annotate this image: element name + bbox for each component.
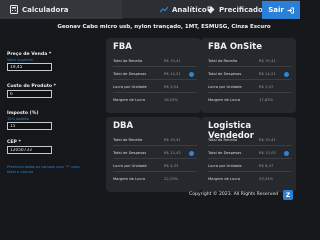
brand-logo: Z [283,190,293,200]
profit-value: R$ 6,47 [259,164,274,168]
tab-calculadora[interactable]: Calculadora [0,0,122,19]
top-bar: Calculadora Analítico Precificadora Sair [0,0,300,19]
row-divider [208,66,292,67]
margin-value: 18,05% [164,98,179,102]
price-label: Preço de Venda * [7,52,52,57]
info-icon[interactable] [189,151,194,156]
calculator-icon [10,5,18,14]
margin-label: Margem de Lucro [113,177,146,181]
expenses-value: R$ 13,03 [259,151,276,155]
tax-label: Imposto (%) [7,111,39,116]
card-fba: FBA Total da Receita R$ 19,41 Total de D… [106,38,201,113]
required-fields-note: Preencha todos os campos com "*" para fa… [7,165,80,174]
row-divider [113,171,197,172]
revenue-label: Total da Receita [113,138,143,142]
revenue-label: Total da Receita [113,59,143,63]
expenses-label: Total de Despesas [113,151,147,155]
row-divider [113,92,197,93]
price-input[interactable] [7,63,52,71]
exit-label: Sair [268,6,284,14]
row-divider [208,145,292,146]
revenue-value: R$ 19,41 [259,59,276,63]
logout-icon [287,7,294,14]
tax-hint: 15% padrão [7,117,29,121]
revenue-label: Total da Receita [208,59,238,63]
row-divider [113,66,197,67]
logo-letter: Z [285,191,291,199]
chart-icon [160,6,168,13]
profit-value: R$ 3,54 [164,85,179,89]
card-logistica-vendedor: Logistica Vendedor Total da Receita R$ 1… [201,117,296,192]
expenses-label: Total de Despesas [113,72,147,76]
profit-label: Lucro por Unidade [113,85,147,89]
price-tag-icon [207,6,215,14]
copyright-text: Copyright © 2023. All Rights Reserved [189,192,279,197]
revenue-value: R$ 19,41 [164,138,181,142]
cost-label: Custo do Produto * [7,84,57,89]
expenses-value: R$ 13,43 [164,151,181,155]
cep-label: CEP * [7,140,21,145]
row-divider [208,171,292,172]
margin-value: 22,23% [164,177,179,181]
card-fba-onsite: FBA OnSite Total da Receita R$ 19,41 Tot… [201,38,296,113]
tab-analitico-label: Analítico [172,5,207,14]
info-icon[interactable] [189,72,194,77]
tax-input[interactable] [7,122,52,130]
margin-label: Margem de Lucro [113,98,146,102]
row-divider [113,158,197,159]
expenses-label: Total de Despesas [208,151,242,155]
expenses-value: R$ 14,21 [164,72,181,76]
card-dba: DBA Total da Receita R$ 19,41 Total de D… [106,117,201,192]
expenses-value: R$ 14,21 [259,72,276,76]
card-title: DBA [113,121,134,131]
row-divider [113,145,197,146]
tab-calculadora-label: Calculadora [22,5,69,14]
profit-value: R$ 4,33 [164,164,179,168]
tab-analitico[interactable]: Analítico [160,0,207,19]
profit-label: Lucro por Unidade [113,164,147,168]
row-divider [208,79,292,80]
price-hint: Valor sugerido [7,58,33,62]
info-icon[interactable] [284,151,289,156]
cep-input[interactable] [7,146,52,154]
card-title: FBA OnSite [208,42,262,52]
margin-label: Margem de Lucro [208,177,241,181]
cost-input[interactable] [7,90,52,98]
exit-button[interactable]: Sair [262,1,300,19]
card-title: FBA [113,42,132,52]
profit-label: Lucro por Unidade [208,164,242,168]
row-divider [208,92,292,93]
expenses-label: Total de Despesas [208,72,242,76]
info-icon[interactable] [284,72,289,77]
row-divider [113,79,197,80]
row-divider [208,158,292,159]
margin-label: Margem de Lucro [208,98,241,102]
revenue-value: R$ 19,41 [259,138,276,142]
profit-label: Lucro por Unidade [208,85,242,89]
revenue-label: Total da Receita [208,138,238,142]
revenue-value: R$ 19,41 [164,59,181,63]
profit-value: R$ 3,47 [259,85,274,89]
product-title: Geonav Cabo micro usb, nylon trançado, 1… [57,24,271,30]
margin-value: 17,82% [259,98,274,102]
margin-value: 33,24% [259,177,274,181]
